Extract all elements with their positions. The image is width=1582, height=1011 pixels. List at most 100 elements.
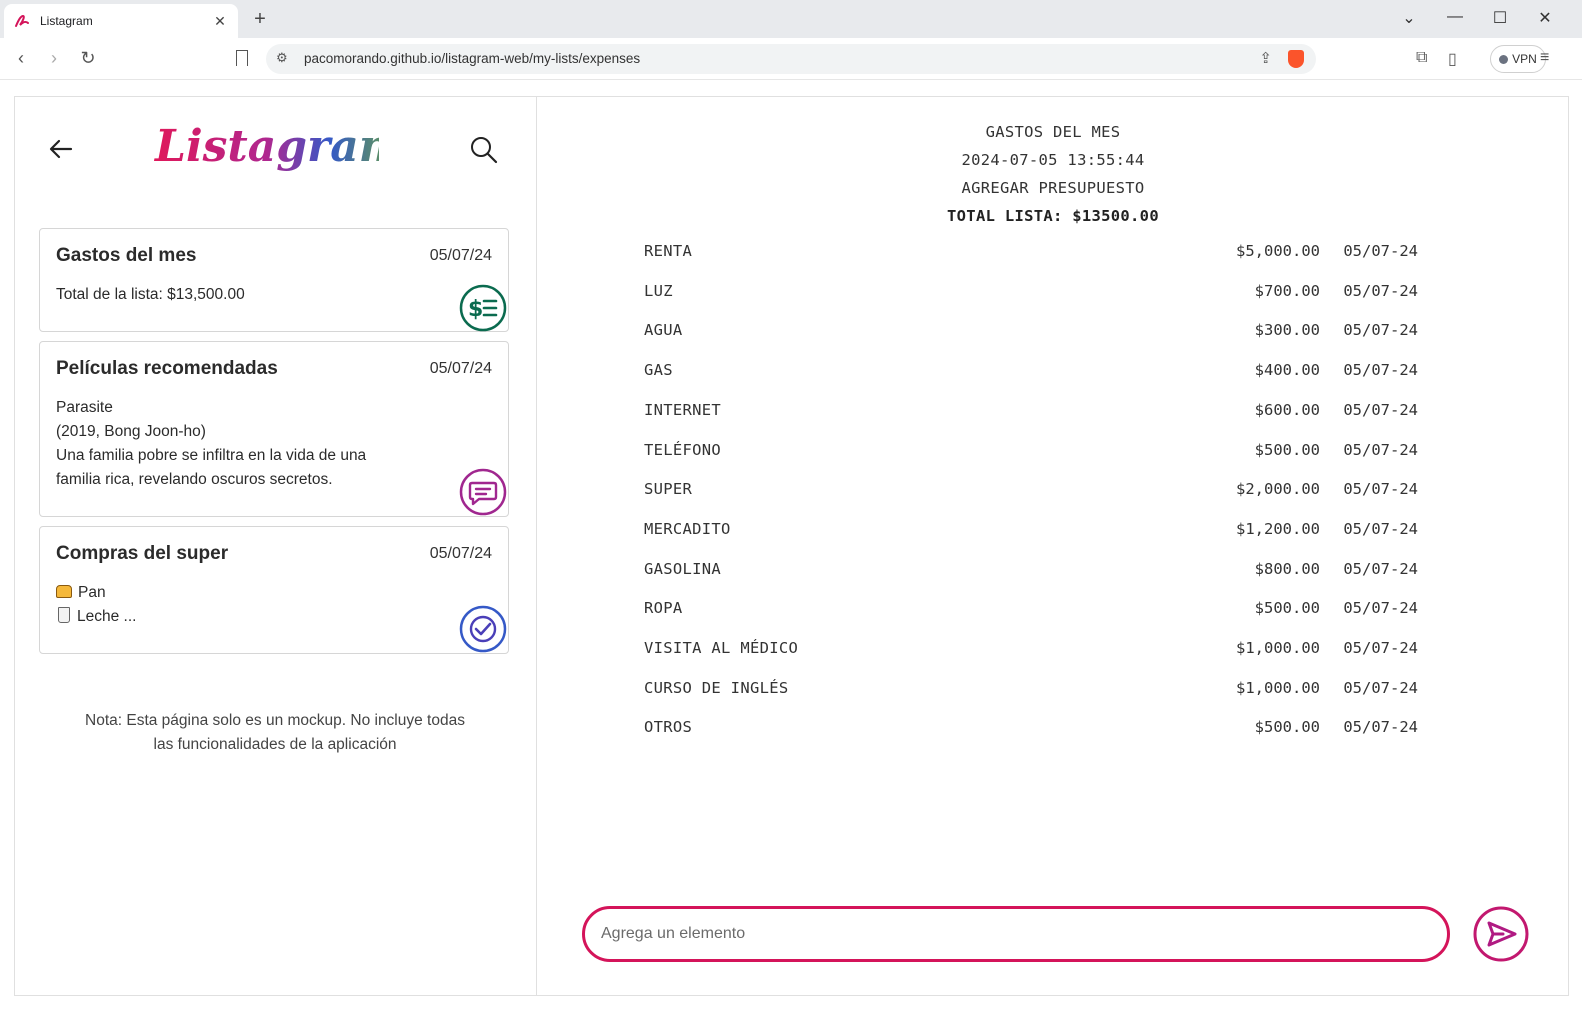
list-card-peliculas[interactable]: Películas recomendadas 05/07/24 Parasite… [39, 341, 509, 517]
list-card-date: 05/07/24 [429, 247, 492, 264]
browser-tab-strip: Listagram ✕ + ⌄ — ☐ ✕ [0, 0, 1582, 38]
expense-name: AGUA [644, 321, 683, 340]
expense-row[interactable]: LUZ $700.00 05/07-24 [644, 282, 1424, 306]
expense-date: 05/07-24 [1343, 440, 1418, 459]
sidebar-icon[interactable]: ▯ [1448, 49, 1457, 69]
expense-name: OTROS [644, 718, 693, 737]
app-frame: Listagram Gastos del mes 05/07/24 Total … [14, 96, 1569, 996]
mockup-note-line: las funcionalidades de la aplicación [153, 736, 397, 753]
expense-row[interactable]: CURSO DE INGLÉS $1,000.00 05/07-24 [644, 679, 1424, 703]
expense-row[interactable]: AGUA $300.00 05/07-24 [644, 321, 1424, 345]
close-tab-icon[interactable]: ✕ [212, 13, 228, 30]
tab-search-chevron-icon[interactable]: ⌄ [1399, 8, 1419, 28]
expense-date: 05/07-24 [1343, 321, 1418, 340]
expense-date: 05/07-24 [1343, 599, 1418, 618]
lists-panel: Listagram Gastos del mes 05/07/24 Total … [15, 97, 537, 995]
expense-row[interactable]: GAS $400.00 05/07-24 [644, 361, 1424, 385]
minimize-icon[interactable]: — [1445, 8, 1465, 26]
logo-text: Listagram [153, 121, 379, 172]
expense-name: GASOLINA [644, 559, 722, 578]
expense-amount: $800.00 [1254, 559, 1320, 578]
menu-icon[interactable]: ≡ [1540, 49, 1549, 67]
browser-tab[interactable]: Listagram ✕ [4, 4, 238, 38]
site-settings-icon[interactable]: ⚙ [276, 50, 288, 66]
list-card-date: 05/07/24 [429, 545, 492, 562]
list-card-body: Pan Leche ... [56, 581, 136, 629]
search-icon[interactable] [469, 135, 499, 165]
svg-text:$: $ [468, 297, 483, 322]
back-nav-icon[interactable]: ‹ [10, 48, 32, 69]
list-card-line-text: Leche ... [77, 608, 137, 625]
chat-icon [459, 468, 507, 516]
send-button[interactable] [1472, 905, 1530, 963]
expense-amount: $700.00 [1254, 281, 1320, 300]
reload-icon[interactable]: ↻ [77, 48, 99, 69]
vpn-status-icon [1499, 54, 1509, 64]
expense-date: 05/07-24 [1343, 678, 1418, 697]
expense-date: 05/07-24 [1343, 480, 1418, 499]
vpn-button[interactable]: VPN [1490, 45, 1546, 73]
list-card-line-text: Pan [78, 584, 106, 601]
new-tab-icon[interactable]: + [250, 8, 270, 31]
expense-date: 05/07-24 [1343, 242, 1418, 260]
share-icon[interactable]: ⇪ [1259, 49, 1272, 67]
listagram-logo[interactable]: Listagram [149, 115, 379, 177]
vpn-label: VPN [1512, 52, 1537, 66]
expense-row[interactable]: ROPA $500.00 05/07-24 [644, 599, 1424, 623]
maximize-icon[interactable]: ☐ [1490, 8, 1510, 28]
expense-amount: $600.00 [1254, 400, 1320, 419]
list-card-title: Películas recomendadas [56, 358, 278, 379]
expense-amount: $400.00 [1254, 361, 1320, 380]
expense-name: ROPA [644, 599, 683, 618]
list-card-line: (2019, Bong Joon-ho) [56, 423, 206, 440]
expense-name: MERCADITO [644, 519, 731, 538]
expense-name: SUPER [644, 480, 693, 499]
expense-amount: $1,000.00 [1236, 639, 1320, 657]
expense-row[interactable]: SUPER $2,000.00 05/07-24 [644, 480, 1424, 504]
tab-title: Listagram [40, 14, 93, 28]
list-detail-panel: GASTOS DEL MES 2024-07-05 13:55:44 AGREG… [538, 97, 1568, 995]
add-budget-button[interactable]: AGREGAR PRESUPUESTO [538, 179, 1568, 197]
expense-amount: $500.00 [1254, 599, 1320, 618]
expense-row[interactable]: RENTA $5,000.00 05/07-24 [644, 242, 1424, 266]
add-item-input[interactable] [601, 923, 1421, 945]
expense-name: INTERNET [644, 400, 722, 419]
dollar-list-icon: $ [459, 284, 507, 332]
mockup-note: Nota: Esta página solo es un mockup. No … [55, 709, 495, 757]
extensions-icon[interactable]: ⧉ [1416, 49, 1427, 67]
expense-name: CURSO DE INGLÉS [644, 678, 789, 697]
expense-name: VISITA AL MÉDICO [644, 639, 799, 657]
list-card-body: Parasite (2019, Bong Joon-ho) Una famili… [56, 396, 366, 492]
expense-row[interactable]: MERCADITO $1,200.00 05/07-24 [644, 520, 1424, 544]
address-bar[interactable]: ⚙ pacomorando.github.io/listagram-web/my… [266, 44, 1316, 74]
expense-amount: $1,000.00 [1236, 678, 1320, 697]
expense-name: GAS [644, 361, 673, 380]
expense-date: 05/07-24 [1343, 559, 1418, 578]
expense-date: 05/07-24 [1343, 639, 1418, 657]
list-card-line: Parasite [56, 399, 113, 416]
expense-date: 05/07-24 [1343, 400, 1418, 419]
list-card-date: 05/07/24 [429, 360, 492, 377]
expense-name: LUZ [644, 281, 673, 300]
list-card-line: Una familia pobre se infiltra en la vida… [56, 447, 367, 464]
bookmark-icon[interactable] [236, 50, 248, 66]
mockup-note-line: Nota: Esta página solo es un mockup. No … [85, 712, 465, 729]
forward-nav-icon[interactable]: › [43, 48, 65, 69]
expense-row[interactable]: TELÉFONO $500.00 05/07-24 [644, 441, 1424, 465]
expense-row[interactable]: OTROS $500.00 05/07-24 [644, 718, 1424, 742]
expense-row[interactable]: GASOLINA $800.00 05/07-24 [644, 560, 1424, 584]
close-window-icon[interactable]: ✕ [1535, 8, 1555, 28]
detail-datetime: 2024-07-05 13:55:44 [961, 151, 1145, 169]
expense-row[interactable]: INTERNET $600.00 05/07-24 [644, 401, 1424, 425]
back-arrow-icon[interactable] [47, 135, 75, 163]
expense-amount: $2,000.00 [1236, 480, 1320, 499]
list-card-gastos[interactable]: Gastos del mes 05/07/24 Total de la list… [39, 228, 509, 332]
list-card-compras[interactable]: Compras del super 05/07/24 Pan Leche ... [39, 526, 509, 654]
expense-row[interactable]: VISITA AL MÉDICO $1,000.00 05/07-24 [644, 639, 1424, 663]
add-item-field[interactable] [582, 906, 1450, 962]
expense-amount: $1,200.00 [1236, 519, 1320, 538]
milk-glass-icon [58, 607, 70, 623]
brave-shield-icon[interactable] [1288, 50, 1304, 68]
expense-date: 05/07-24 [1343, 281, 1418, 300]
listagram-favicon-icon [15, 14, 29, 27]
